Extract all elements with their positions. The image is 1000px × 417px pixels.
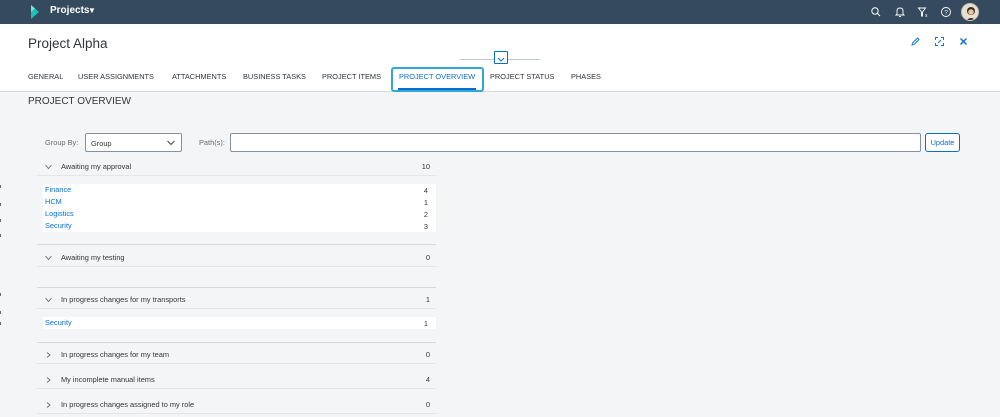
list-item: Finance 4 [43, 184, 436, 196]
paths-input[interactable] [230, 133, 921, 152]
group-by-value: Group [91, 139, 112, 148]
chevron-down-icon [167, 140, 175, 146]
tab-general[interactable]: GENERAL [28, 72, 63, 81]
chevron-down-icon [497, 57, 505, 62]
filter-icon[interactable]: x [917, 6, 929, 18]
group-header-transports[interactable]: In progress changes for my transports 1 [37, 291, 436, 309]
paths-label: Path(s): [199, 138, 225, 147]
group-header-awaiting-approval[interactable]: Awaiting my approval 10 [37, 158, 436, 176]
edge-marker [0, 185, 1, 188]
group-count: 0 [425, 253, 430, 262]
group-count: 10 [421, 162, 430, 171]
group-count: 0 [425, 350, 430, 359]
svg-text:?: ? [944, 9, 948, 16]
app-logo-icon[interactable] [31, 5, 39, 19]
user-avatar-icon [966, 7, 976, 20]
tab-user-assignments[interactable]: USER ASSIGNMENTS [78, 72, 154, 81]
edge-marker [0, 322, 1, 325]
tab-business-tasks[interactable]: BUSINESS TASKS [243, 72, 306, 81]
group-header-team[interactable]: In progress changes for my team 0 [37, 346, 436, 364]
edge-marker [0, 219, 1, 222]
group-label: In progress changes for my transports [61, 295, 186, 304]
fullscreen-icon[interactable] [934, 36, 945, 47]
notifications-icon[interactable] [894, 6, 906, 18]
edit-icon[interactable] [910, 36, 921, 47]
group-count: 0 [425, 400, 430, 409]
group-label: In progress changes for my team [61, 350, 170, 359]
group-by-label: Group By: [45, 138, 79, 147]
group-by-select[interactable]: Group [85, 133, 182, 152]
item-link-security[interactable]: Security [45, 318, 72, 327]
group-header-awaiting-testing[interactable]: Awaiting my testing 0 [37, 249, 436, 267]
close-icon[interactable] [958, 36, 969, 47]
object-header: Project Alpha GENERAL USER ASSIGNMENTS A… [0, 24, 1000, 92]
header-divider-right [508, 59, 540, 60]
edge-marker [0, 234, 1, 237]
chevron-down-icon [45, 255, 52, 261]
edge-marker [0, 203, 1, 206]
group-separator [37, 342, 436, 343]
group-label: My incomplete manual items [61, 375, 155, 384]
group-header-role[interactable]: In progress changes assigned to my role … [37, 396, 436, 414]
page-title: Project Alpha [28, 36, 108, 51]
shell-bar: Projects ▼ x ? [0, 0, 1000, 24]
app-menu-caret-icon[interactable]: ▼ [88, 6, 96, 15]
tab-selected-indicator [398, 88, 476, 90]
item-count: 3 [423, 222, 428, 231]
tab-attachments[interactable]: ATTACHMENTS [172, 72, 226, 81]
avatar[interactable] [961, 3, 979, 21]
list-item: HCM 1 [43, 196, 436, 208]
tab-project-status[interactable]: PROJECT STATUS [490, 72, 554, 81]
section-title: PROJECT OVERVIEW [28, 96, 131, 107]
group-label: In progress changes assigned to my role [61, 400, 195, 409]
item-count: 1 [423, 319, 428, 328]
header-divider-left [460, 59, 494, 60]
group-label: Awaiting my testing [61, 253, 125, 262]
svg-text:x: x [925, 13, 928, 18]
app-title[interactable]: Projects [50, 5, 89, 16]
group-separator [37, 244, 436, 245]
item-link-hcm[interactable]: HCM [45, 197, 62, 206]
group-count: 4 [425, 375, 430, 384]
edge-marker [0, 293, 1, 296]
group-label: Awaiting my approval [61, 162, 132, 171]
group-count: 1 [425, 295, 430, 304]
chevron-down-icon [45, 297, 52, 303]
item-link-finance[interactable]: Finance [45, 185, 71, 194]
item-link-logistics[interactable]: Logistics [45, 209, 74, 218]
tab-phases[interactable]: PHASES [571, 72, 601, 81]
item-count: 1 [423, 198, 428, 207]
chevron-right-icon [46, 352, 51, 358]
edge-marker [0, 311, 1, 314]
search-icon[interactable] [870, 6, 882, 18]
list-item: Security 1 [43, 317, 436, 329]
tab-project-items[interactable]: PROJECT ITEMS [322, 72, 381, 81]
group-header-manual-items[interactable]: My incomplete manual items 4 [37, 371, 436, 389]
item-link-security[interactable]: Security [45, 221, 72, 230]
chevron-right-icon [46, 377, 51, 383]
chevron-right-icon [46, 402, 51, 408]
collapse-header-button[interactable] [494, 51, 508, 64]
list-item: Security 3 [43, 220, 436, 232]
update-button[interactable]: Update [925, 133, 960, 152]
help-icon[interactable]: ? [940, 6, 952, 18]
list-item: Logistics 2 [43, 208, 436, 220]
chevron-down-icon [45, 164, 52, 170]
group-separator [37, 287, 436, 288]
item-count: 2 [423, 210, 428, 219]
item-count: 4 [423, 186, 428, 195]
